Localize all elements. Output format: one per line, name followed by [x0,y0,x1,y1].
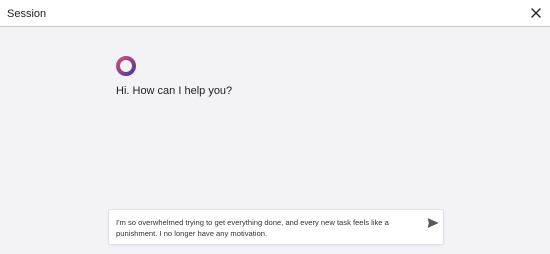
message-input-text[interactable]: I'm so overwhelmed trying to get everyth… [116,217,422,239]
page-title: Session [7,8,47,20]
assistant-avatar [115,55,137,77]
close-button[interactable] [529,6,543,20]
assistant-ring-icon [116,56,136,76]
send-button[interactable] [427,217,439,229]
send-icon [427,218,439,228]
close-icon [531,8,541,18]
assistant-greeting: Hi. How can I help you? [116,85,233,97]
session-header: Session [0,0,550,27]
message-input[interactable]: I'm so overwhelmed trying to get everyth… [108,209,444,245]
